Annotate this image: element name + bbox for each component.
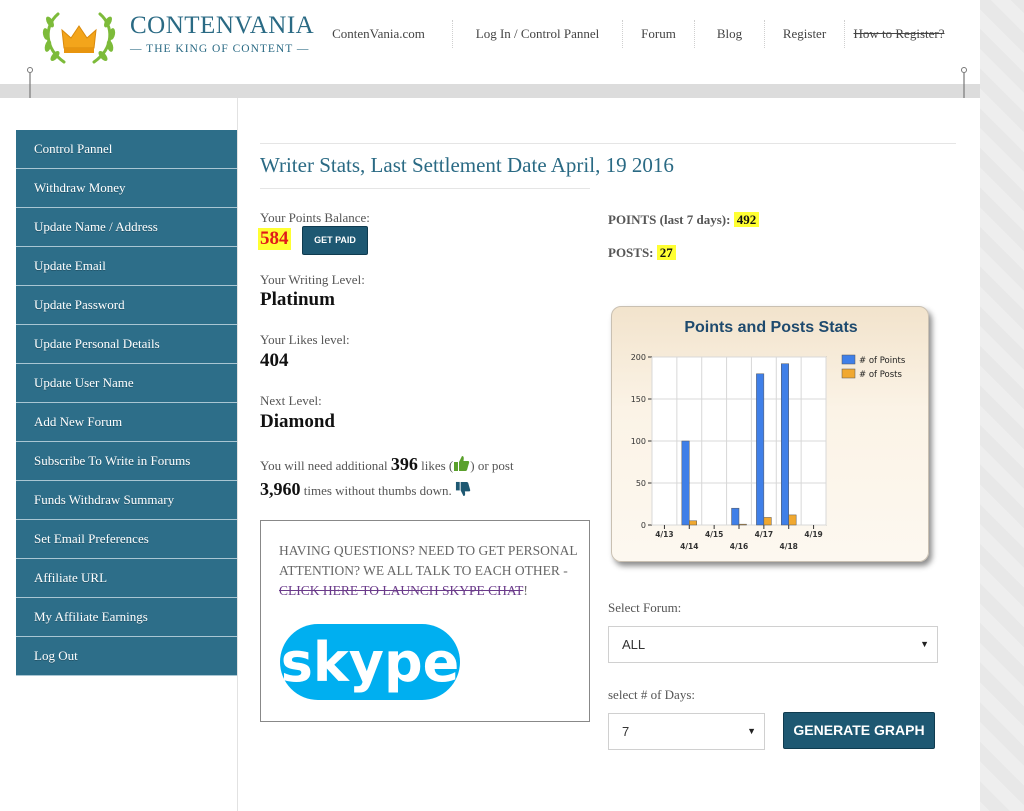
chart-legend-label: # of Points (859, 356, 906, 366)
chart-y-tick-label: 150 (631, 395, 646, 404)
needed-likes-line: You will need additional 396 likes ( ) o… (260, 454, 514, 475)
sidebar-item-funds-withdraw-summary[interactable]: Funds Withdraw Summary (16, 481, 237, 520)
skype-help-end: ! (523, 583, 528, 598)
skype-chat-link[interactable]: CLICK HERE TO LAUNCH SKYPE CHAT (279, 583, 523, 598)
sidebar-item-update-user-name[interactable]: Update User Name (16, 364, 237, 403)
sidebar-item-subscribe-forums[interactable]: Subscribe To Write in Forums (16, 442, 237, 481)
chart-legend-swatch (841, 354, 856, 365)
forum-select[interactable]: ALL ▼ (608, 626, 938, 663)
chart-bar (731, 507, 740, 526)
skype-logo[interactable]: skype (277, 621, 463, 703)
header-divider-bar (0, 84, 980, 98)
site-header: CONTENVANIA — THE KING OF CONTENT — Cont… (0, 0, 980, 84)
chart-x-tick-label: 4/16 (730, 542, 748, 551)
page-title: Writer Stats, Last Settlement Date April… (260, 153, 674, 177)
nav-register[interactable]: Register (765, 20, 845, 48)
chart-bar (738, 523, 747, 526)
select-forum-label: Select Forum: (608, 600, 682, 615)
nav-forum[interactable]: Forum (623, 20, 695, 48)
skype-help-copy: HAVING QUESTIONS? NEED TO GET PERSONAL A… (279, 543, 578, 578)
chart-x-tick-label: 4/14 (680, 542, 698, 551)
need-suffix: times without thumbs down. (303, 483, 452, 498)
likes-level-value: 404 (260, 350, 289, 371)
need-posts-value: 3,960 (260, 479, 301, 499)
crown-laurel-logo[interactable] (40, 6, 118, 70)
likes-level-label: Your Likes level: (260, 332, 350, 347)
top-nav: ContenVania.com Log In / Control Pannel … (305, 20, 953, 50)
chart-y-tick-label: 200 (631, 353, 646, 362)
need-mid2: ) or post (470, 458, 514, 473)
sidebar-item-update-email[interactable]: Update Email (16, 247, 237, 286)
sidebar-menu: Control Pannel Withdraw Money Update Nam… (16, 130, 237, 676)
nav-contenvania[interactable]: ContenVania.com (305, 20, 453, 48)
sidebar-item-affiliate-url[interactable]: Affiliate URL (16, 559, 237, 598)
writing-level-label: Your Writing Level: (260, 272, 365, 287)
chart-legend-swatch (841, 368, 856, 379)
sidebar-item-update-personal-details[interactable]: Update Personal Details (16, 325, 237, 364)
skype-help-box: HAVING QUESTIONS? NEED TO GET PERSONAL A… (260, 520, 590, 722)
chart-bar (681, 440, 690, 526)
sidebar-item-update-password[interactable]: Update Password (16, 286, 237, 325)
chart-bar (763, 517, 772, 526)
posts-value: 27 (656, 245, 676, 260)
need-mid: likes ( (421, 458, 454, 473)
nav-login[interactable]: Log In / Control Pannel (453, 20, 623, 48)
chart-bar (781, 363, 789, 526)
sidebar-item-update-name-address[interactable]: Update Name / Address (16, 208, 237, 247)
chart-x-tick-label: 4/17 (755, 530, 773, 539)
brand-tagline: — THE KING OF CONTENT — (130, 43, 310, 55)
posts-label: POSTS: (608, 245, 654, 260)
points-balance-value: 584 (258, 228, 291, 250)
needed-posts-line: 3,960 times without thumbs down. (260, 479, 471, 500)
chart-x-tick-label: 4/18 (780, 542, 798, 551)
points-last-7-days: POINTS (last 7 days): 492 (608, 212, 760, 228)
skype-logo-text: skype (281, 631, 460, 694)
chart-x-tick-label: 4/15 (705, 530, 723, 539)
nav-how-to-register[interactable]: How to Register? (845, 20, 953, 48)
forum-select-value: ALL (622, 637, 646, 652)
chart-x-tick-label: 4/13 (655, 530, 673, 539)
thumbs-up-icon (454, 456, 470, 471)
chevron-down-icon: ▼ (747, 726, 756, 736)
chart-bar (756, 373, 765, 526)
nav-blog[interactable]: Blog (695, 20, 765, 48)
chart-bar (689, 520, 697, 526)
chart-x-tick-label: 4/19 (804, 530, 822, 539)
days-select[interactable]: 7 ▼ (608, 713, 765, 750)
sidebar-item-control-pannel[interactable]: Control Pannel (16, 130, 237, 169)
chart-y-tick-label: 0 (641, 521, 646, 530)
sidebar-item-email-preferences[interactable]: Set Email Preferences (16, 520, 237, 559)
chart-bar (788, 514, 797, 526)
sidebar-item-withdraw-money[interactable]: Withdraw Money (16, 169, 237, 208)
chart-y-tick-label: 50 (636, 479, 646, 488)
next-level-value: Diamond (260, 411, 335, 432)
chart-y-tick-label: 100 (631, 437, 646, 446)
get-paid-button[interactable]: GET PAID (302, 226, 368, 255)
points-7d-value: 492 (733, 212, 760, 227)
skype-help-text: HAVING QUESTIONS? NEED TO GET PERSONAL A… (279, 541, 579, 601)
need-prefix: You will need additional (260, 458, 388, 473)
points-balance-label: Your Points Balance: (260, 210, 370, 225)
brand-name[interactable]: CONTENVANIA (130, 12, 314, 40)
points-7d-label: POINTS (last 7 days): (608, 212, 731, 227)
content-top-divider (260, 143, 956, 144)
writing-level-value: Platinum (260, 289, 335, 310)
sidebar-item-affiliate-earnings[interactable]: My Affiliate Earnings (16, 598, 237, 637)
chart-legend-label: # of Posts (859, 370, 903, 380)
chevron-down-icon: ▼ (920, 639, 929, 649)
posts-count: POSTS: 27 (608, 245, 676, 261)
thumbs-down-icon (456, 481, 471, 497)
stats-chart: 0 50 100 150 200 4/13 4/14 4/15 4/16 4/17 4/18 4/19… (631, 353, 906, 551)
sidebar-item-log-out[interactable]: Log Out (16, 637, 237, 676)
next-level-label: Next Level: (260, 393, 322, 408)
days-select-value: 7 (622, 724, 630, 739)
page: CONTENVANIA — THE KING OF CONTENT — Cont… (0, 0, 980, 811)
generate-graph-button[interactable]: GENERATE GRAPH (783, 712, 935, 749)
need-likes-value: 396 (390, 454, 418, 474)
select-days-label: select # of Days: (608, 687, 696, 702)
sidebar-item-add-new-forum[interactable]: Add New Forum (16, 403, 237, 442)
title-divider (260, 188, 590, 189)
stats-chart-panel: Points and Posts Stats 0 50 100 150 200 4/13 4… (611, 306, 929, 562)
